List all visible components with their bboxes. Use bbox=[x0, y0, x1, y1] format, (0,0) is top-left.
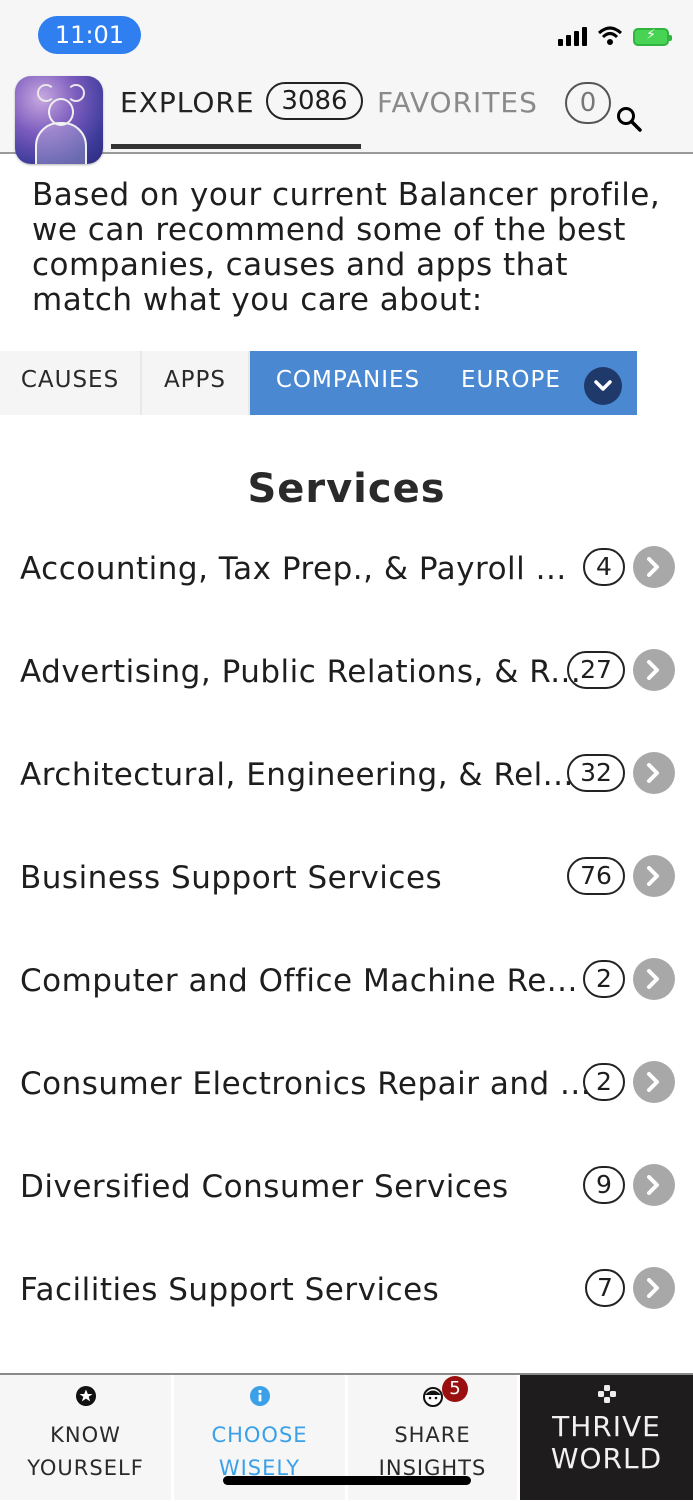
tab-favorites[interactable]: FAVORITES bbox=[377, 86, 538, 119]
nav-label-line1: THRIVE bbox=[552, 1410, 661, 1443]
list-item[interactable]: Consumer Electronics Repair and ... 2 bbox=[0, 1055, 693, 1158]
chevron-right-icon[interactable] bbox=[633, 752, 675, 794]
section-title: Services bbox=[247, 466, 446, 512]
nav-thrive-world[interactable]: THRIVE WORLD bbox=[520, 1375, 693, 1500]
nav-label-line2: YOURSELF bbox=[27, 1456, 144, 1480]
search-icon[interactable] bbox=[616, 106, 642, 132]
chevron-right-icon[interactable] bbox=[633, 1267, 675, 1309]
item-label: Accounting, Tax Prep., & Payroll ... bbox=[20, 551, 567, 587]
home-indicator bbox=[223, 1476, 471, 1485]
item-count-badge: 4 bbox=[583, 548, 625, 586]
list-item[interactable]: Accounting, Tax Prep., & Payroll ... 4 bbox=[0, 540, 693, 643]
nav-know-yourself[interactable]: KNOW YOURSELF bbox=[0, 1375, 174, 1500]
item-count-badge: 2 bbox=[583, 960, 625, 998]
region-dropdown[interactable]: EUROPE bbox=[446, 351, 637, 415]
item-count-badge: 2 bbox=[583, 1063, 625, 1101]
list-item[interactable]: Advertising, Public Relations, & R... 27 bbox=[0, 643, 693, 746]
list-item[interactable]: Architectural, Engineering, & Rel... 32 bbox=[0, 746, 693, 849]
item-count-badge: 9 bbox=[583, 1166, 625, 1204]
chevron-right-icon[interactable] bbox=[633, 958, 675, 1000]
intro-text: Based on your current Balancer profile, … bbox=[32, 177, 661, 318]
item-count-badge: 7 bbox=[585, 1269, 625, 1307]
list-item[interactable]: Facilities Support Services 7 bbox=[0, 1261, 693, 1364]
region-label: EUROPE bbox=[461, 367, 561, 393]
notification-badge: 5 bbox=[442, 1376, 468, 1402]
list-item[interactable]: Diversified Consumer Services 9 bbox=[0, 1158, 693, 1261]
chevron-right-icon[interactable] bbox=[633, 546, 675, 588]
nav-label-line2: WORLD bbox=[550, 1442, 663, 1475]
system-icons: ⚡ bbox=[558, 26, 672, 46]
item-label: Consumer Electronics Repair and ... bbox=[20, 1066, 592, 1102]
item-label: Architectural, Engineering, & Rel... bbox=[20, 757, 574, 793]
battery-icon: ⚡ bbox=[633, 27, 672, 46]
signal-icon bbox=[558, 26, 587, 46]
top-tab-bar: EXPLORE 3086 FAVORITES 0 bbox=[0, 70, 693, 164]
chevron-right-icon[interactable] bbox=[633, 1164, 675, 1206]
item-label: Diversified Consumer Services bbox=[20, 1169, 509, 1205]
wifi-icon bbox=[597, 26, 623, 45]
chevron-right-icon[interactable] bbox=[633, 855, 675, 897]
explore-count-badge: 3086 bbox=[266, 82, 363, 120]
item-label: Advertising, Public Relations, & R... bbox=[20, 654, 582, 690]
item-label: Facilities Support Services bbox=[20, 1272, 440, 1308]
list-item[interactable]: Computer and Office Machine Re... 2 bbox=[0, 952, 693, 1055]
puzzle-icon bbox=[597, 1385, 616, 1403]
nav-label-line1: SHARE bbox=[394, 1423, 471, 1447]
profile-avatar[interactable] bbox=[15, 76, 103, 164]
filter-tabs: CAUSES APPS COMPANIES EUROPE bbox=[0, 351, 637, 415]
category-list: Accounting, Tax Prep., & Payroll ... 4 A… bbox=[0, 540, 693, 1364]
item-label: Computer and Office Machine Re... bbox=[20, 963, 578, 999]
nav-label-line1: KNOW bbox=[50, 1423, 121, 1447]
filter-tab-apps[interactable]: APPS bbox=[142, 351, 250, 415]
favorites-count-badge: 0 bbox=[565, 82, 611, 124]
item-label: Business Support Services bbox=[20, 860, 443, 896]
chevron-right-icon[interactable] bbox=[633, 1061, 675, 1103]
item-count-badge: 32 bbox=[567, 754, 625, 792]
tab-explore[interactable]: EXPLORE bbox=[120, 86, 255, 119]
face-icon bbox=[422, 1387, 443, 1407]
item-count-badge: 76 bbox=[567, 857, 625, 895]
status-bar: 11:01 ⚡ bbox=[0, 0, 693, 70]
filter-tab-companies[interactable]: COMPANIES bbox=[250, 351, 446, 415]
item-count-badge: 27 bbox=[567, 651, 625, 689]
chevron-down-icon bbox=[584, 367, 622, 405]
filter-tab-causes[interactable]: CAUSES bbox=[0, 351, 142, 415]
list-item[interactable]: Business Support Services 76 bbox=[0, 849, 693, 952]
status-time: 11:01 bbox=[38, 16, 141, 54]
chevron-right-icon[interactable] bbox=[633, 649, 675, 691]
info-icon bbox=[249, 1386, 270, 1406]
active-tab-indicator bbox=[111, 144, 361, 149]
nav-label-line1: CHOOSE bbox=[211, 1423, 308, 1447]
star-icon bbox=[75, 1386, 96, 1406]
